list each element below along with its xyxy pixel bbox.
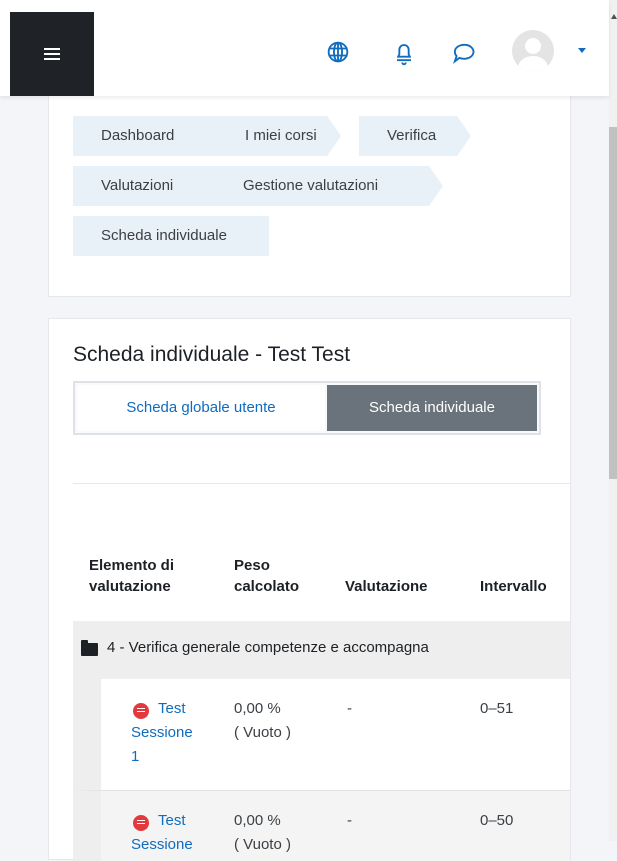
weight-value: 0,00 % [234,812,281,829]
top-navbar [0,0,609,96]
grade-item-link[interactable]: Test [158,697,186,721]
breadcrumb-item-valutazioni[interactable]: Valutazioni [73,166,239,206]
page-title: Scheda individuale - Test Test [73,343,351,366]
weight-note: ( Vuoto ) [234,724,291,741]
quiz-icon [133,703,149,719]
quiz-icon [133,815,149,831]
grade-value: - [347,812,352,829]
chat-icon[interactable] [449,38,477,66]
divider [73,483,570,484]
grade-item-link-line[interactable]: 1 [131,745,139,769]
column-header-range: Intervallo [480,578,547,595]
breadcrumb: Dashboard I miei corsi Verifica Valutazi… [73,116,533,266]
breadcrumb-item-current: Scheda individuale [73,216,269,256]
range-value: 0–50 [480,812,514,829]
page-scrollbar[interactable] [609,0,617,841]
column-header-weight: Peso calcolato [234,557,300,595]
tab-scheda-globale-utente[interactable]: Scheda globale utente [77,385,325,431]
folder-icon [81,640,98,656]
globe-icon[interactable] [324,38,352,66]
range-value: 0–51 [480,700,514,717]
column-header-item: Elemento di valutazione [89,557,175,595]
bell-icon[interactable] [390,38,418,66]
caret-down-icon[interactable] [578,48,586,53]
breadcrumb-item-verifica[interactable]: Verifica [359,116,471,156]
weight-note: ( Vuoto ) [234,836,291,853]
scroll-up-arrow-icon[interactable] [611,14,617,19]
breadcrumb-card: Dashboard I miei corsi Verifica Valutazi… [48,96,571,297]
grade-item-link[interactable]: Test [158,809,186,833]
table-row: Test Sessione 1 0,00 % ( Vuoto ) - 0–51 [73,679,570,791]
breadcrumb-item-gestione-valutazioni[interactable]: Gestione valutazioni [215,166,443,206]
breadcrumb-item-dashboard[interactable]: Dashboard [73,116,233,156]
grade-item-link-line[interactable]: Sessione [131,721,193,745]
category-row: 4 - Verifica generale competenze e accom… [73,621,570,679]
report-tabs: Scheda globale utente Scheda individuale [73,381,541,435]
report-card: Scheda individuale - Test Test Scheda gl… [48,318,571,861]
column-header-grade: Valutazione [345,578,428,595]
weight-value: 0,00 % [234,700,281,717]
scrollbar-thumb[interactable] [609,127,617,479]
table-row: Test Sessione 0,00 % ( Vuoto ) - 0–50 [73,791,570,861]
category-label: 4 - Verifica generale competenze e accom… [107,639,429,656]
grade-item-link-line[interactable]: Sessione [131,833,193,857]
breadcrumb-item-my-courses[interactable]: I miei corsi [215,116,341,156]
user-avatar-icon[interactable] [512,30,554,72]
grade-value: - [347,700,352,717]
tab-scheda-individuale[interactable]: Scheda individuale [327,385,537,431]
